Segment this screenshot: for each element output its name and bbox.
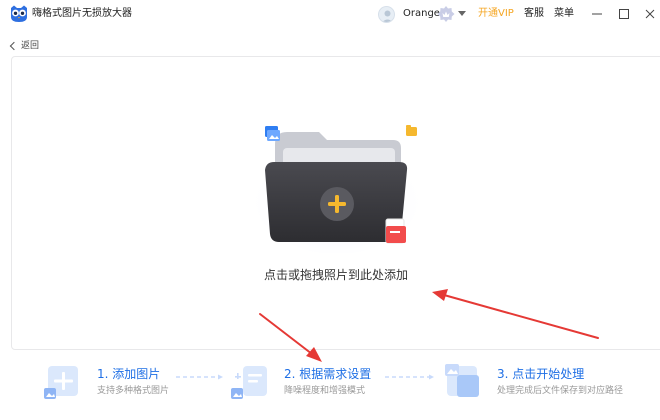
open-vip-link[interactable]: 开通VIP [478,7,514,21]
maximize-icon[interactable] [614,4,634,24]
user-dropdown-caret-icon[interactable] [458,11,466,16]
close-icon[interactable] [640,4,660,24]
back-label: 返回 [21,41,40,51]
step-connector-arrow [385,374,434,380]
folder-add-icon[interactable] [253,118,418,253]
menu-link[interactable]: 菜单 [554,7,574,21]
vip-badge-icon [437,6,455,22]
user-avatar[interactable] [378,6,395,23]
step-3-desc: 处理完成后文件保存到对应路径 [497,386,624,396]
step-3-title: 3. 点击开始处理 [497,367,585,381]
owl-logo-icon [11,5,27,22]
customer-service-link[interactable]: 客服 [524,7,544,21]
avatar-icon [382,10,393,22]
step-connector-arrow [176,374,223,380]
process-images-icon [445,364,479,397]
step-2-desc: 降噪程度和增强模式 [284,386,366,396]
user-name[interactable]: Orange [403,7,440,21]
step-start-processing: 3. 点击开始处理 处理完成后文件保存到对应路径 [443,362,658,404]
add-image-icon [44,366,78,399]
title-bar: 嗨格式图片无损放大器 Orange 开通VIP 客服 菜单 [0,0,660,28]
step-2-title: 2. 根据需求设置 [284,367,372,381]
drop-hint-text: 点击或拖拽照片到此处添加 [263,268,408,282]
step-settings: 2. 根据需求设置 降噪程度和增强模式 [231,362,431,404]
minimize-icon[interactable] [587,4,607,24]
step-1-desc: 支持多种格式图片 [97,386,170,396]
settings-document-icon [231,366,267,399]
step-add-image: 1. 添加图片 支持多种格式图片 [44,362,234,404]
step-1-title: 1. 添加图片 [97,367,161,381]
app-title: 嗨格式图片无损放大器 [32,8,132,19]
chevron-left-icon [9,41,19,51]
back-button[interactable]: 返回 [9,39,40,53]
